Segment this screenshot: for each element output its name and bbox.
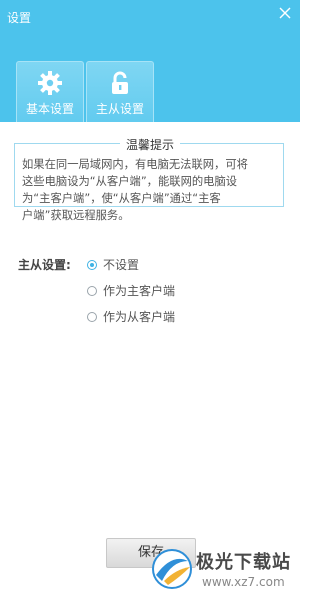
radio-label: 作为主客户端 (103, 284, 176, 298)
radio-option-none[interactable]: 不设置 (87, 256, 139, 273)
tab-label: 主从设置 (95, 102, 144, 116)
notice-line: 户端”获取远程服务。 (22, 209, 130, 222)
watermark-logo-icon (152, 549, 192, 589)
notice-line: 这些电脑设为“从客户端”，能联网的电脑设 (22, 175, 238, 188)
tab-label: 基本设置 (25, 102, 74, 116)
tab-master-slave-settings[interactable]: 主从设置 (86, 61, 154, 122)
window-title: 设置 (7, 11, 32, 25)
unlock-icon (112, 71, 128, 94)
notice-line: 如果在同一局域网内，有电脑无法联网，可将 (22, 158, 248, 171)
gear-icon (38, 71, 62, 95)
radio-label: 作为从客户端 (103, 310, 176, 324)
notice-title: 温馨提示 (119, 136, 180, 153)
close-icon[interactable] (278, 6, 292, 20)
radio-button[interactable] (87, 285, 97, 296)
radio-button[interactable] (87, 259, 97, 270)
radio-option-master[interactable]: 作为主客户端 (87, 282, 175, 299)
notice-title-wrap: 温馨提示 (0, 134, 300, 153)
header-bar: 设置 基本设置 主从设置 (0, 0, 300, 122)
radio-label: 不设置 (103, 258, 140, 272)
watermark-url: www.xz7.com (202, 575, 285, 589)
watermark: 极光下载站 www.xz7.com (148, 545, 298, 597)
tab-basic-settings[interactable]: 基本设置 (16, 61, 84, 122)
radio-button[interactable] (87, 311, 97, 322)
master-slave-label: 主从设置: (18, 258, 71, 272)
watermark-name: 极光下载站 (196, 552, 291, 573)
notice-text: 如果在同一局域网内，有电脑无法联网，可将 这些电脑设为“从客户端”，能联网的电脑… (22, 156, 278, 224)
notice-line: 为“主客户端”，使“从客户端”通过“主客 (22, 192, 221, 205)
radio-option-slave[interactable]: 作为从客户端 (87, 308, 175, 325)
